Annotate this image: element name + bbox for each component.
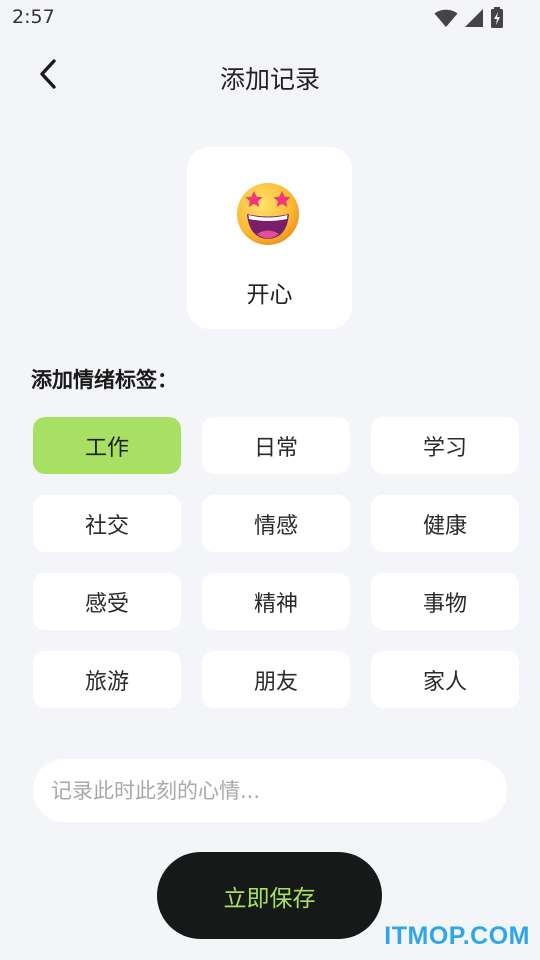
note-input[interactable] — [33, 759, 507, 822]
tag-friends[interactable]: 朋友 — [202, 651, 350, 708]
tag-feeling[interactable]: 感受 — [33, 573, 181, 630]
tag-daily[interactable]: 日常 — [202, 417, 350, 474]
star-struck-emoji-icon — [235, 181, 301, 247]
tag-things[interactable]: 事物 — [371, 573, 519, 630]
wifi-icon — [434, 8, 458, 32]
note-input-container — [33, 759, 507, 822]
status-bar: 2:57 — [0, 0, 540, 36]
save-button[interactable]: 立即保存 — [157, 852, 382, 939]
battery-charging-icon — [490, 7, 504, 33]
tag-emotion[interactable]: 情感 — [202, 495, 350, 552]
cell-signal-icon — [464, 8, 484, 32]
status-time: 2:57 — [12, 6, 55, 28]
add-record-screen: 2:57 添加记录 开心 添加情绪标签： 工作 日常 学习 社交 情感 健康 感… — [0, 0, 540, 960]
tag-health[interactable]: 健康 — [371, 495, 519, 552]
watermark-logo: ITMOP.COM — [384, 922, 530, 950]
tag-study[interactable]: 学习 — [371, 417, 519, 474]
mood-label: 开心 — [246, 282, 293, 308]
emotion-tag-grid: 工作 日常 学习 社交 情感 健康 感受 精神 事物 旅游 朋友 家人 — [33, 417, 519, 709]
tag-family[interactable]: 家人 — [371, 651, 519, 708]
tags-section-label: 添加情绪标签： — [31, 368, 178, 392]
status-icons — [434, 7, 504, 33]
page-title: 添加记录 — [219, 65, 320, 94]
tag-work[interactable]: 工作 — [33, 417, 181, 474]
tag-travel[interactable]: 旅游 — [33, 651, 181, 708]
mood-card[interactable]: 开心 — [187, 147, 352, 329]
tag-social[interactable]: 社交 — [33, 495, 181, 552]
tag-spirit[interactable]: 精神 — [202, 573, 350, 630]
